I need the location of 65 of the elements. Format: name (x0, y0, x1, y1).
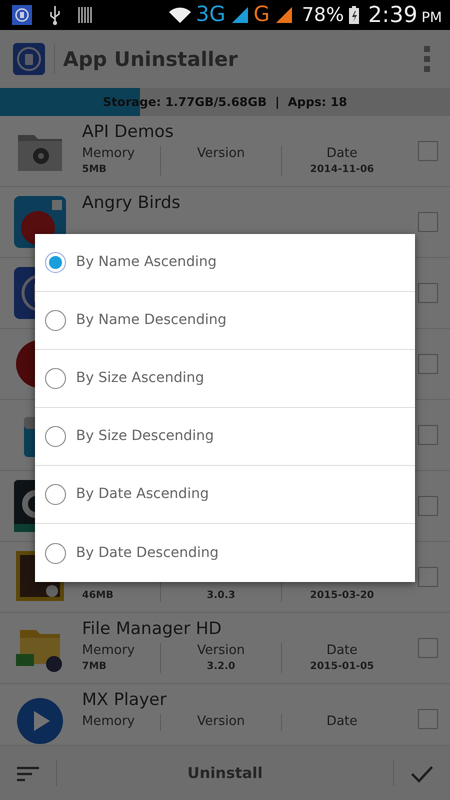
sort-option[interactable]: By Size Ascending (35, 350, 415, 408)
checkbox[interactable] (418, 638, 438, 658)
checkbox[interactable] (418, 709, 438, 729)
app-logo-icon (12, 42, 46, 76)
checkbox[interactable] (418, 496, 438, 516)
app-name: API Demos (82, 122, 175, 142)
option-label: By Date Descending (76, 544, 219, 562)
column-label: Version (196, 146, 246, 164)
app-name: Angry Birds (82, 193, 182, 214)
option-label: By Size Descending (76, 427, 214, 446)
sort-option[interactable]: By Date Ascending (35, 466, 415, 524)
column-value: 5MB (82, 163, 108, 176)
barcode-icon (78, 5, 92, 25)
radio-button[interactable] (45, 310, 66, 331)
radio-button[interactable] (45, 426, 66, 447)
checkbox[interactable] (418, 141, 438, 161)
column-label: Memory (82, 714, 136, 732)
option-label: By Name Descending (76, 311, 226, 330)
app-title: App Uninstaller (54, 44, 238, 74)
usb-icon (48, 5, 62, 25)
signal-icon (230, 6, 250, 24)
sort-option[interactable]: By Size Descending (35, 408, 415, 466)
check-icon (410, 764, 434, 784)
column-value: 2015-03-20 (309, 589, 375, 602)
column-label: Date (325, 714, 359, 732)
clock-period: PM (421, 8, 442, 28)
column-label: Memory (82, 643, 136, 660)
app-name: File Manager HD (82, 619, 223, 640)
app-notification-icon (12, 5, 32, 25)
checkbox[interactable] (418, 283, 438, 303)
option-label: By Size Ascending (76, 369, 204, 388)
sort-icon (16, 764, 40, 783)
battery-level: 78% (302, 2, 344, 28)
column-value: 3.0.3 (206, 589, 236, 602)
sort-option[interactable]: By Name Ascending (35, 234, 415, 292)
option-label: By Name Ascending (76, 253, 217, 272)
radio-button[interactable] (45, 368, 66, 389)
signal-icon (274, 6, 294, 24)
column-value: 46MB (82, 589, 114, 602)
column-label: Memory (82, 146, 136, 164)
column-label: Date (325, 146, 359, 164)
column-value: 3.2.0 (206, 660, 236, 674)
column-label: Date (325, 643, 359, 660)
column-label: Version (196, 643, 246, 660)
network-type: G (254, 1, 270, 28)
sort-option[interactable]: By Date Descending (35, 524, 415, 582)
checkbox[interactable] (418, 212, 438, 232)
radio-button[interactable] (45, 542, 66, 564)
column-value: 7MB (82, 660, 108, 674)
wifi-icon (168, 6, 192, 24)
column-value: 2015-01-05 (309, 660, 375, 674)
app-name: MX Player (82, 690, 168, 710)
clock-time: 2:39 (368, 2, 418, 30)
column-label: Version (196, 714, 246, 732)
option-label: By Date Ascending (76, 485, 209, 504)
checkbox[interactable] (418, 354, 438, 374)
sort-option[interactable]: By Name Descending (35, 292, 415, 350)
uninstall-button[interactable]: Uninstall (57, 760, 393, 786)
column-value: 2014-11-06 (309, 163, 375, 176)
radio-button[interactable] (45, 252, 66, 273)
checkbox[interactable] (418, 425, 438, 445)
checkbox[interactable] (418, 567, 438, 587)
battery-icon (348, 5, 360, 25)
network-type: 3G (196, 1, 226, 28)
radio-button[interactable] (45, 484, 66, 505)
